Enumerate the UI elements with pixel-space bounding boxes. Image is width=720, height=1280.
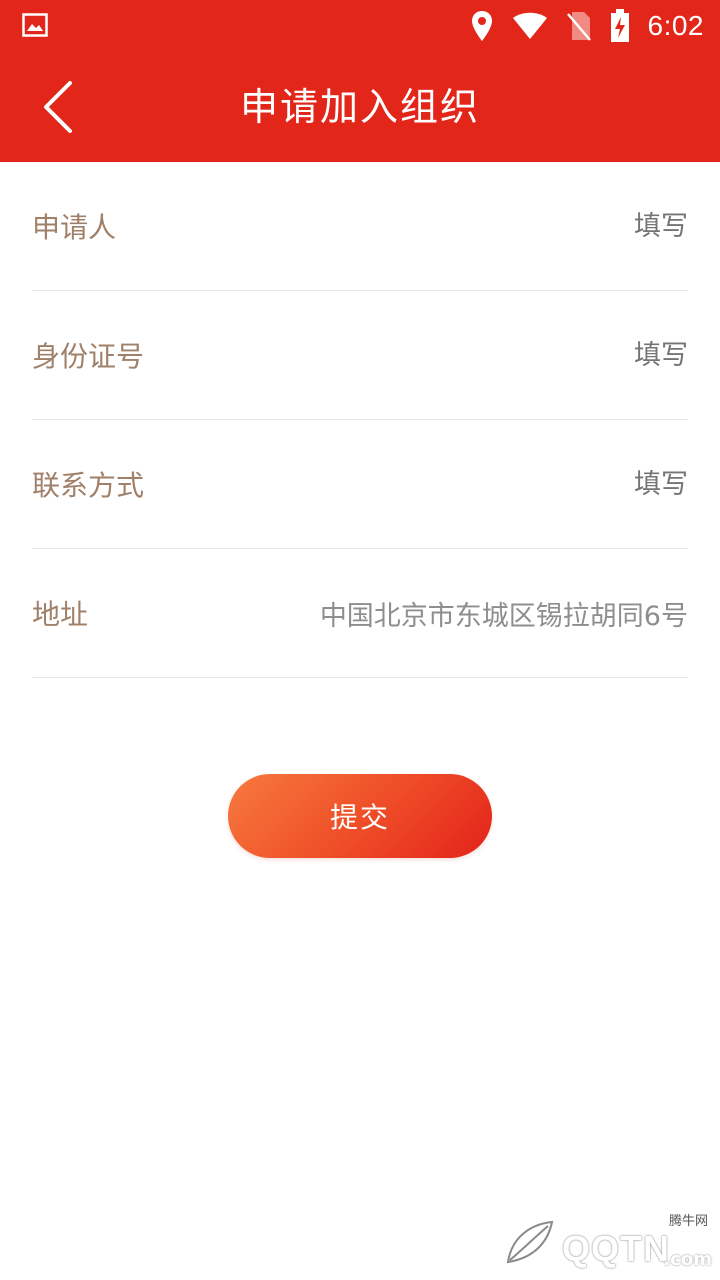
watermark-brand: QQTN [562, 1228, 670, 1269]
id-number-label: 身份证号 [32, 340, 145, 373]
location-icon [471, 11, 492, 41]
contact-label: 联系方式 [32, 469, 145, 502]
applicant-label: 申请人 [32, 211, 117, 244]
form-row-applicant: 申请人 [32, 162, 688, 291]
address-label: 地址 [32, 598, 89, 631]
form-row-id-number: 身份证号 [32, 291, 688, 420]
form-row-address: 地址 中国北京市东城区锡拉胡同6号 [32, 549, 688, 678]
gallery-icon [22, 13, 48, 37]
leaf-logo-icon [506, 1220, 554, 1264]
battery-charging-icon [610, 9, 629, 42]
id-number-input[interactable] [164, 339, 688, 371]
application-form: 申请人 身份证号 联系方式 地址 中国北京市东城区锡拉胡同6号 [32, 162, 688, 678]
form-row-contact: 联系方式 [32, 420, 688, 549]
app-bar: 申请加入组织 [0, 52, 720, 162]
watermark-domain: .com [663, 1249, 712, 1270]
status-bar: 6:02 [0, 0, 720, 52]
submit-button[interactable]: 提交 [228, 774, 492, 858]
page-title: 申请加入组织 [239, 85, 480, 129]
wifi-icon [512, 12, 547, 39]
contact-input[interactable] [164, 468, 688, 500]
applicant-input[interactable] [136, 210, 688, 242]
watermark-site-name: 腾牛网 [668, 1214, 708, 1229]
chevron-left-icon [44, 81, 72, 133]
no-sim-icon [566, 12, 591, 41]
watermark-logo: 腾牛网 QQTN .com [502, 1210, 712, 1274]
back-button[interactable] [28, 74, 88, 140]
address-value[interactable]: 中国北京市东城区锡拉胡同6号 [108, 594, 688, 633]
status-time: 6:02 [647, 10, 704, 41]
